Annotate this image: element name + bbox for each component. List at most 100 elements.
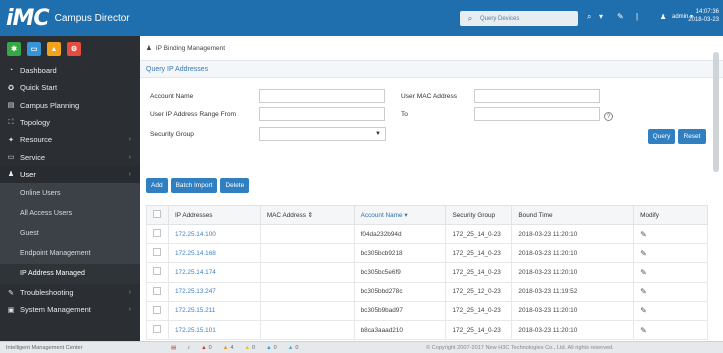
col-ip-addresses[interactable]: IP Addresses bbox=[167, 205, 261, 225]
sidebar-item-troubleshooting[interactable]: ✎ Troubleshooting › bbox=[0, 284, 140, 301]
alarm-counter[interactable]: ▲ 0 bbox=[244, 345, 255, 351]
select-all-checkbox[interactable] bbox=[153, 210, 161, 218]
sidebar-item-campus-planning[interactable]: ▤ Campus Planning bbox=[0, 97, 140, 114]
query-button[interactable]: Query bbox=[648, 129, 675, 144]
panel-title[interactable]: Query IP Addresses bbox=[140, 61, 723, 78]
sidebar-item-service[interactable]: ▭ Service › bbox=[0, 148, 140, 165]
user-icon[interactable]: ♟ bbox=[660, 13, 666, 21]
bound-time-cell: 2018-03-23 11:20:10 bbox=[511, 262, 635, 283]
ip-to-field[interactable] bbox=[474, 107, 600, 121]
sidebar-item-topology[interactable]: ⛶ Topology bbox=[0, 114, 140, 131]
favorite-icon: ✱ bbox=[11, 46, 17, 53]
add-button[interactable]: Add bbox=[146, 178, 168, 193]
col-security-group[interactable]: Security Group bbox=[445, 205, 513, 225]
edit-icon[interactable]: ✎ bbox=[640, 230, 647, 239]
submenu-item-ip-address-managed[interactable]: IP Address Managed bbox=[0, 263, 140, 285]
favorite-quick-button[interactable]: ✱ bbox=[7, 42, 21, 56]
security-group-cell: 172_25_14_0-23 bbox=[445, 223, 513, 245]
tools-icon[interactable]: ✎ bbox=[617, 12, 624, 21]
row-checkbox[interactable] bbox=[153, 286, 161, 295]
row-checkbox[interactable] bbox=[153, 305, 161, 314]
account-name-field[interactable] bbox=[259, 89, 385, 103]
row-select-cell[interactable] bbox=[146, 243, 169, 264]
alarm-counter[interactable]: ▲ 0 bbox=[266, 345, 277, 351]
row-select-cell[interactable] bbox=[146, 281, 169, 302]
alarm-list-icon[interactable]: ▤ bbox=[171, 345, 176, 351]
user-icon: ♟ bbox=[7, 171, 15, 179]
ip-address-link[interactable]: 172.25.15.211 bbox=[167, 300, 261, 321]
ip-address-link[interactable]: 172.25.14.100 bbox=[167, 223, 261, 245]
user-mac-label: User MAC Address bbox=[401, 93, 458, 100]
delete-button[interactable]: Delete bbox=[220, 178, 250, 193]
submenu-item-all-access-users[interactable]: All Access Users bbox=[0, 203, 140, 223]
sound-icon[interactable]: ♪ bbox=[187, 345, 190, 351]
sidebar-item-dashboard[interactable]: ◔ Dashboard bbox=[0, 62, 140, 79]
settings-quick-button[interactable]: ⚙ bbox=[67, 42, 81, 56]
sidebar-item-system-management[interactable]: ▣ System Management › bbox=[0, 301, 140, 318]
security-group-cell: 172_25_14_0-23 bbox=[445, 300, 513, 321]
row-checkbox[interactable] bbox=[153, 229, 161, 238]
help-icon[interactable]: ? bbox=[604, 112, 613, 121]
reset-button[interactable]: Reset bbox=[678, 129, 706, 144]
table-row[interactable]: 172.25.13.247 bc305bbd278c 172_25_12_0-23 2… bbox=[146, 281, 708, 302]
sidebar-item-label: Topology bbox=[20, 118, 51, 128]
sidebar-item-label: System Management bbox=[20, 305, 91, 315]
row-select-cell[interactable] bbox=[146, 262, 169, 283]
mac-address-cell bbox=[259, 300, 355, 321]
ip-address-link[interactable]: 172.25.13.247 bbox=[167, 281, 261, 302]
monitor-quick-button[interactable]: ▭ bbox=[27, 42, 41, 56]
alarm-counter[interactable]: ▲ 4 bbox=[223, 345, 234, 351]
ip-address-link[interactable]: 172.25.14.174 bbox=[167, 262, 261, 283]
alarm-counter[interactable]: ▲ 0 bbox=[201, 345, 212, 351]
submenu-item-endpoint-management[interactable]: Endpoint Management bbox=[0, 244, 140, 264]
ip-binding-icon: ♟ bbox=[146, 45, 152, 52]
row-checkbox[interactable] bbox=[153, 325, 161, 334]
select-all-header[interactable] bbox=[146, 205, 169, 225]
security-group-select[interactable]: ▼ bbox=[259, 127, 386, 141]
edit-icon[interactable]: ✎ bbox=[640, 268, 647, 277]
table-row[interactable]: 172.25.14.168 bc305bcb9218 172_25_14_0-23 2… bbox=[146, 243, 708, 264]
search-icon[interactable]: ⌕ bbox=[587, 12, 591, 22]
alarm-quick-button[interactable]: ▲ bbox=[47, 42, 61, 56]
query-devices-search[interactable]: ⌕ Query Devices bbox=[460, 11, 578, 26]
sidebar-item-user[interactable]: ♟ User › bbox=[0, 165, 140, 184]
sidebar-item-label: Quick Start bbox=[20, 83, 58, 93]
bound-time-cell: 2018-03-23 11:20:10 bbox=[511, 319, 635, 341]
modify-cell: ✎ bbox=[633, 243, 708, 264]
row-checkbox[interactable] bbox=[153, 267, 161, 276]
row-select-cell[interactable] bbox=[146, 300, 169, 321]
ip-address-link[interactable]: 172.25.15.101 bbox=[167, 319, 261, 341]
table-row[interactable]: 172.25.15.101 b8ca3aaad210 172_25_14_0-23 2… bbox=[146, 319, 708, 341]
row-checkbox[interactable] bbox=[153, 248, 161, 257]
col-mac-address[interactable]: MAC Address ⇕ bbox=[259, 205, 355, 225]
edit-icon[interactable]: ✎ bbox=[640, 306, 647, 315]
submenu-item-online-users[interactable]: Online Users bbox=[0, 183, 140, 203]
alarm-count: 0 bbox=[251, 344, 256, 351]
batch-import-button[interactable]: Batch Import bbox=[170, 178, 218, 193]
sidebar-item-resource[interactable]: ✦ Resource › bbox=[0, 131, 140, 148]
ip-address-link[interactable]: 172.25.14.168 bbox=[167, 243, 261, 264]
table-row[interactable]: 172.25.14.100 f04da232b94d 172_25_14_0-23 2… bbox=[146, 223, 708, 245]
logo[interactable]: iMC Campus Director bbox=[0, 6, 140, 31]
user-mac-field[interactable] bbox=[474, 89, 600, 103]
account-name-cell: bc305bbd278c bbox=[353, 281, 447, 302]
sidebar-item-quick-start[interactable]: ✪ Quick Start bbox=[0, 79, 140, 96]
col-account-name[interactable]: Account Name ▾ bbox=[353, 205, 447, 225]
sidebar: ✱ ▭ ▲ ⚙ ◔ Dashboard ✪ Quick Start ▤ Campus Plann… bbox=[0, 36, 140, 341]
edit-icon[interactable]: ✎ bbox=[640, 287, 647, 296]
edit-icon[interactable]: ✎ bbox=[640, 249, 647, 258]
alarm-counter[interactable]: ▲ 0 bbox=[288, 345, 299, 351]
ip-from-field[interactable] bbox=[259, 107, 385, 121]
topology-icon: ⛶ bbox=[8, 118, 14, 126]
submenu-item-guest[interactable]: Guest bbox=[0, 223, 140, 243]
edit-icon[interactable]: ✎ bbox=[640, 326, 647, 335]
row-select-cell[interactable] bbox=[146, 319, 169, 341]
top-bar: iMC Campus Director ⌕ Query Devices ⌕ ▾ … bbox=[0, 0, 723, 36]
col-bound-time[interactable]: Bound Time bbox=[511, 205, 635, 225]
chevron-down-icon[interactable]: ▾ bbox=[599, 12, 603, 21]
table-row[interactable]: 172.25.15.211 bc305b9bad97 172_25_14_0-23 2… bbox=[146, 300, 708, 321]
alarm-bell-icon: ▲ bbox=[266, 344, 272, 351]
scrollbar[interactable] bbox=[713, 52, 719, 172]
row-select-cell[interactable] bbox=[146, 223, 169, 245]
table-row[interactable]: 172.25.14.174 bc305bc5e6f9 172_25_14_0-23 2… bbox=[146, 262, 708, 283]
